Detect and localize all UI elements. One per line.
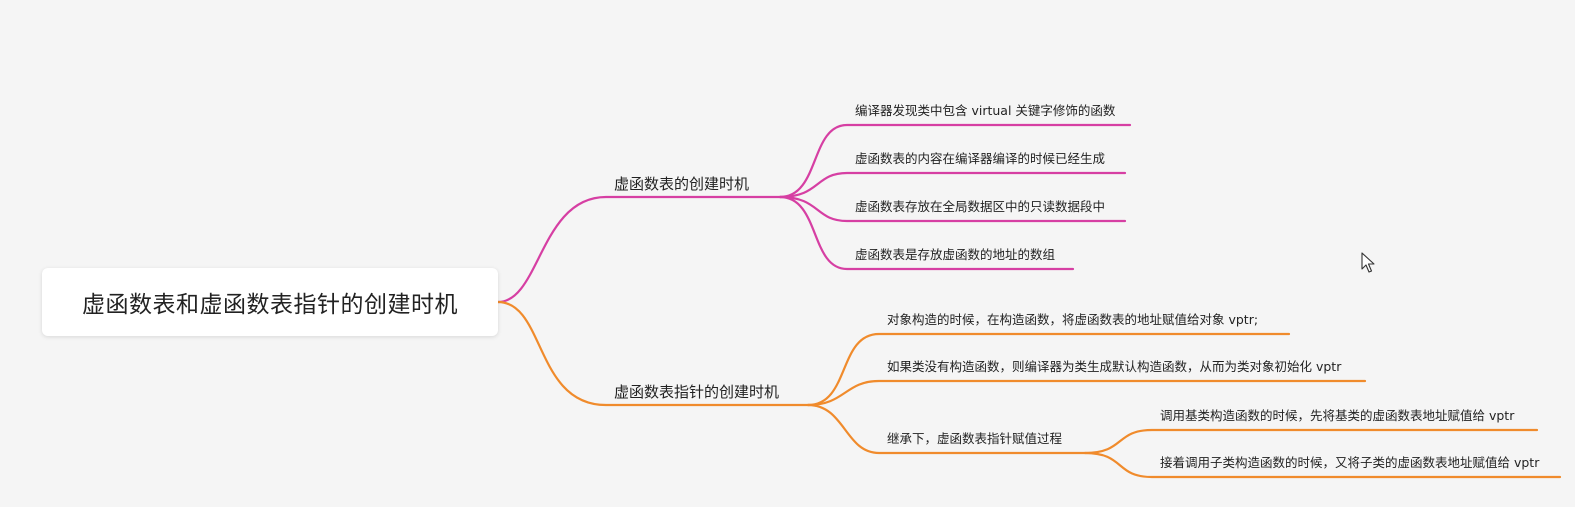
sub-leaf-node-1[interactable]: 调用基类构造函数的时候，先将基类的虚函数表地址赋值给 vptr (1160, 409, 1514, 423)
sub-leaf-node-2[interactable]: 接着调用子类构造函数的时候，又将子类的虚函数表地址赋值给 vptr (1160, 456, 1539, 470)
connector-sub-leaf1 (1083, 428, 1539, 455)
connector-root-to-branch-1 (496, 195, 782, 304)
leaf-node-vptr-2[interactable]: 如果类没有构造函数，则编译器为类生成默认构造函数，从而为类对象初始化 vptr (887, 360, 1341, 374)
leaf-node-vtable-1[interactable]: 编译器发现类中包含 virtual 关键字修饰的函数 (855, 104, 1115, 118)
mouse-pointer-icon (1361, 252, 1375, 273)
branch-node-vtable-creation[interactable]: 虚函数表的创建时机 (614, 177, 749, 192)
leaf-node-vtable-4[interactable]: 虚函数表是存放虚函数的地址的数组 (855, 248, 1055, 262)
connector-branch1-leaf2 (778, 171, 1127, 199)
mind-map-connectors (496, 123, 1562, 479)
connector-branch2-leaf2 (806, 379, 1367, 407)
leaf-node-vptr-3[interactable]: 继承下，虚函数表指针赋值过程 (887, 432, 1062, 446)
branch-node-vptr-creation[interactable]: 虚函数表指针的创建时机 (614, 385, 779, 400)
leaf-node-vtable-2[interactable]: 虚函数表的内容在编译器编译的时候已经生成 (855, 152, 1105, 166)
root-node-label: 虚函数表和虚函数表指针的创建时机 (82, 292, 458, 318)
mind-map-canvas: 虚函数表和虚函数表指针的创建时机 虚函数表的创建时机 编译器发现类中包含 vir… (0, 0, 1575, 507)
leaf-node-vtable-3[interactable]: 虚函数表存放在全局数据区中的只读数据段中 (855, 200, 1105, 214)
leaf-node-vptr-1[interactable]: 对象构造的时候，在构造函数，将虚函数表的地址赋值给对象 vptr; (887, 313, 1258, 327)
root-node[interactable]: 虚函数表和虚函数表指针的创建时机 (42, 268, 498, 336)
